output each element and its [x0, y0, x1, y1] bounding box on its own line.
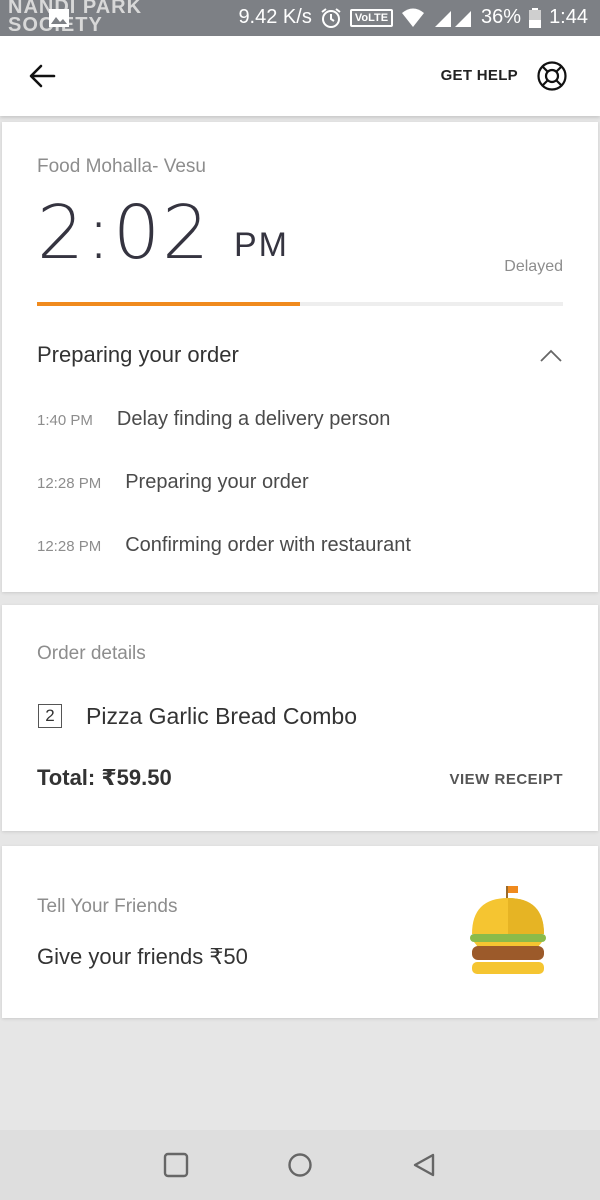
order-total: Total: ₹59.50	[37, 765, 172, 790]
app-header: GET HELP	[0, 36, 600, 116]
view-receipt-button[interactable]: VIEW RECEIPT	[449, 771, 563, 788]
arrow-left-icon[interactable]	[26, 60, 58, 92]
volte-badge: VoLTE	[349, 8, 394, 27]
notification-icons	[18, 8, 70, 28]
eta-status: Delayed	[504, 258, 563, 275]
timeline-item: 12:28 PM Preparing your order	[37, 471, 309, 494]
burger-icon	[470, 886, 546, 974]
image-notification-icon	[49, 9, 69, 27]
system-nav-bar	[0, 1130, 600, 1200]
progress-bar	[37, 302, 563, 306]
chevron-up-icon[interactable]	[539, 348, 563, 364]
timeline-item: 1:40 PM Delay finding a delivery person	[37, 408, 390, 431]
status-bar: NANDI PARK SOCIETY 9.42 K/s VoLTE 36% 1:…	[0, 0, 600, 36]
get-help-button[interactable]: GET HELP	[441, 67, 518, 84]
item-name: Pizza Garlic Bread Combo	[86, 703, 357, 729]
timeline-text: Delay finding a delivery person	[116, 408, 391, 430]
square-icon[interactable]	[163, 1152, 189, 1178]
referral-card[interactable]: Tell Your Friends Give your friends ₹50	[2, 846, 598, 1018]
timeline-item: 12:28 PM Confirming order with restauran…	[37, 534, 411, 557]
timeline-time: 1:40 PM	[37, 412, 93, 429]
circle-icon[interactable]	[287, 1152, 313, 1178]
timeline-time: 12:28 PM	[37, 538, 102, 555]
lifebuoy-icon[interactable]	[536, 60, 568, 92]
timeline-text: Preparing your order	[125, 471, 309, 493]
referral-text: Give your friends ₹50	[37, 944, 248, 969]
order-details-label: Order details	[37, 643, 146, 664]
restaurant-name: Food Mohalla- Vesu	[37, 156, 206, 177]
battery-icon	[529, 7, 542, 28]
timeline-time: 12:28 PM	[37, 475, 102, 492]
alarm-icon	[321, 7, 341, 28]
status-title: Preparing your order	[37, 342, 239, 367]
clock: 1:44	[549, 6, 588, 28]
timeline-text: Confirming order with restaurant	[125, 534, 411, 556]
wifi-icon	[402, 8, 425, 27]
battery-percent: 36%	[481, 6, 522, 28]
referral-label: Tell Your Friends	[37, 896, 178, 917]
progress-fill	[37, 302, 300, 306]
eta-time: 2:02	[37, 190, 212, 276]
order-details-card: Order details 2 Pizza Garlic Bread Combo…	[2, 605, 598, 831]
item-quantity: 2	[38, 704, 62, 728]
triangle-back-icon[interactable]	[411, 1152, 437, 1178]
order-status-card: Food Mohalla- Vesu 2:02 PM Delayed Prepa…	[2, 122, 598, 592]
signal-icon	[435, 10, 472, 27]
status-right: 9.42 K/s VoLTE 36% 1:44	[238, 6, 588, 29]
network-speed: 9.42 K/s	[238, 6, 312, 28]
eta-ampm: PM	[234, 226, 289, 264]
